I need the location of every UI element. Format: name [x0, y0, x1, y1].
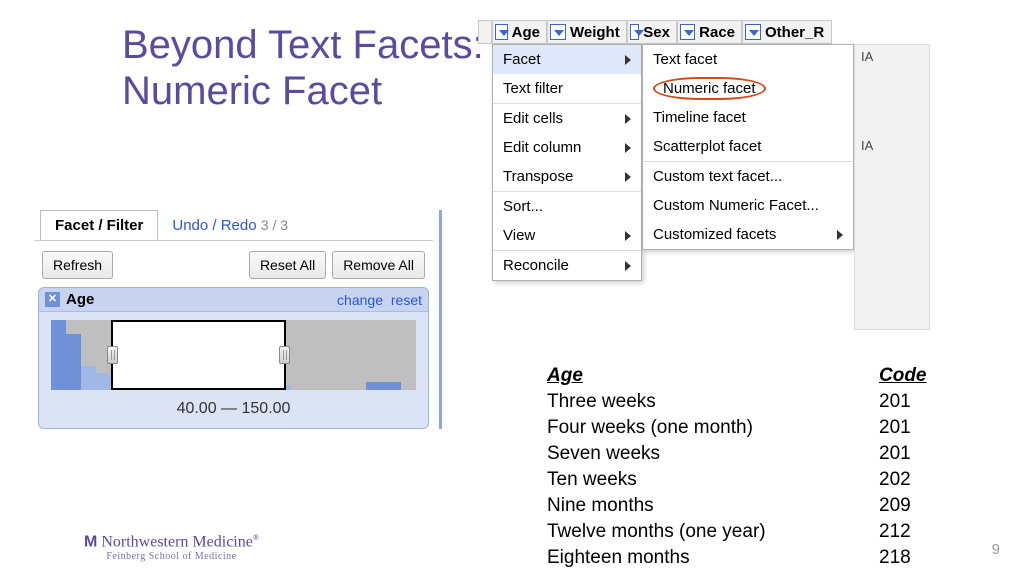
submenu-item-customized-facets[interactable]: Customized facets: [643, 220, 853, 249]
submenu-item-custom-text-facet-[interactable]: Custom text facet...: [643, 161, 853, 191]
column-menu: FacetText filterEdit cellsEdit columnTra…: [492, 44, 642, 281]
data-grid-header: AgeWeightSexRaceOther_R FacetText filter…: [478, 20, 882, 44]
title-line-2: Numeric Facet: [122, 68, 484, 114]
dropdown-icon[interactable]: [680, 24, 695, 40]
refresh-button[interactable]: Refresh: [42, 251, 113, 279]
submenu-item-timeline-facet[interactable]: Timeline facet: [643, 103, 853, 132]
column-header-other_r[interactable]: Other_R: [742, 20, 832, 44]
tab-undo-redo[interactable]: Undo / Redo 3 / 3: [172, 211, 288, 240]
table-row: Nine months209: [547, 494, 929, 518]
chevron-right-icon: [625, 55, 631, 65]
chevron-right-icon: [837, 230, 843, 240]
remove-all-button[interactable]: Remove All: [332, 251, 425, 279]
footer-sub: Feinberg School of Medicine: [84, 551, 259, 562]
page-number: 9: [992, 541, 1000, 558]
column-header-partial: [478, 20, 492, 44]
column-header-age[interactable]: Age: [492, 20, 547, 44]
slide-title: Beyond Text Facets: Numeric Facet: [122, 22, 484, 114]
menu-item-view[interactable]: View: [493, 221, 641, 250]
tab-facet-filter[interactable]: Facet / Filter: [40, 210, 158, 240]
column-header-sex[interactable]: Sex: [627, 20, 677, 44]
range-handle-right[interactable]: [279, 346, 290, 364]
table-row: Seven weeks201: [547, 442, 929, 466]
dropdown-icon[interactable]: [550, 24, 566, 40]
table-row: Twelve months (one year)212: [547, 520, 929, 544]
dropdown-icon[interactable]: [630, 24, 639, 40]
facet-filter-panel: Facet / Filter Undo / Redo 3 / 3 Refresh…: [34, 210, 442, 429]
numeric-facet-box: ✕ Age change reset 40.00 — 150.00: [38, 287, 429, 429]
footer-text: Northwestern Medicine: [101, 533, 253, 550]
footer-logo: M Northwestern Medicine® Feinberg School…: [84, 533, 259, 562]
age-code-table: Age Code Three weeks201Four weeks (one m…: [545, 362, 931, 572]
menu-item-sort-[interactable]: Sort...: [493, 191, 641, 221]
chevron-right-icon: [625, 172, 631, 182]
title-line-1: Beyond Text Facets:: [122, 22, 484, 68]
table-header-age: Age: [547, 364, 877, 388]
table-row: Three weeks201: [547, 390, 929, 414]
menu-item-reconcile[interactable]: Reconcile: [493, 250, 641, 280]
menu-item-text-filter[interactable]: Text filter: [493, 74, 641, 103]
chevron-right-icon: [625, 143, 631, 153]
table-row: Eighteen months218: [547, 546, 929, 570]
column-header-weight[interactable]: Weight: [547, 20, 627, 44]
submenu-item-text-facet[interactable]: Text facet: [643, 45, 853, 74]
dropdown-icon[interactable]: [495, 24, 508, 40]
range-window[interactable]: [111, 320, 286, 390]
change-link[interactable]: change: [337, 292, 383, 308]
menu-item-transpose[interactable]: Transpose: [493, 162, 641, 191]
column-header-race[interactable]: Race: [677, 20, 742, 44]
range-handle-left[interactable]: [107, 346, 118, 364]
submenu-item-scatterplot-facet[interactable]: Scatterplot facet: [643, 132, 853, 161]
submenu-item-numeric-facet[interactable]: Numeric facet: [643, 74, 853, 103]
facet-submenu: Text facet Numeric facet Timeline facetSca…: [642, 44, 854, 250]
table-row: Ten weeks202: [547, 468, 929, 492]
ghost-column: IA IA: [854, 44, 930, 330]
close-icon[interactable]: ✕: [45, 292, 60, 307]
chevron-right-icon: [625, 261, 631, 271]
undo-redo-count: 3 / 3: [261, 217, 288, 233]
menu-item-edit-column[interactable]: Edit column: [493, 133, 641, 162]
dropdown-icon[interactable]: [745, 24, 761, 40]
chevron-right-icon: [625, 231, 631, 241]
reset-all-button[interactable]: Reset All: [249, 251, 326, 279]
chevron-right-icon: [625, 114, 631, 124]
menu-item-edit-cells[interactable]: Edit cells: [493, 103, 641, 133]
facet-name: Age: [66, 291, 94, 308]
histogram[interactable]: [51, 320, 416, 390]
undo-redo-label: Undo / Redo: [172, 217, 256, 234]
menu-item-facet[interactable]: Facet: [493, 45, 641, 74]
reset-link[interactable]: reset: [391, 292, 422, 308]
submenu-item-custom-numeric-facet-[interactable]: Custom Numeric Facet...: [643, 191, 853, 220]
table-row: Four weeks (one month)201: [547, 416, 929, 440]
table-header-code: Code: [879, 364, 929, 388]
range-label: 40.00 — 150.00: [39, 394, 428, 418]
highlight-circle: Numeric facet: [653, 77, 766, 100]
